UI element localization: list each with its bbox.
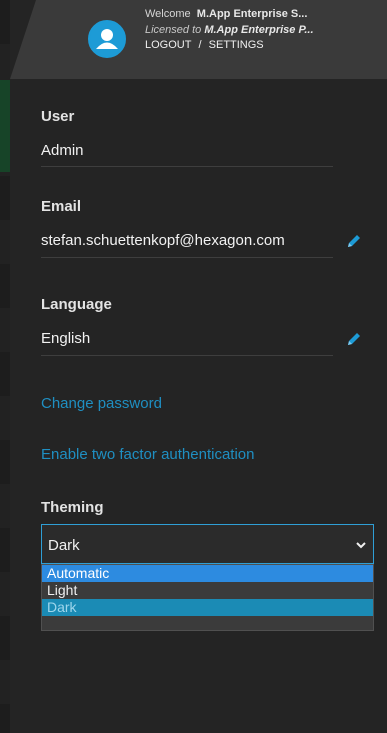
chevron-down-icon — [356, 542, 366, 549]
change-password-link[interactable]: Change password — [41, 395, 162, 412]
logout-link[interactable]: LOGOUT — [145, 39, 191, 51]
theming-label: Theming — [41, 499, 104, 516]
background-accent — [0, 80, 10, 172]
language-label: Language — [41, 296, 112, 313]
language-divider — [41, 355, 333, 356]
user-value: Admin — [41, 142, 84, 159]
auth-links: LOGOUT / SETTINGS — [145, 39, 264, 51]
theming-selected-value: Dark — [48, 537, 80, 554]
theming-option-dark[interactable]: Dark — [42, 599, 373, 616]
email-label: Email — [41, 198, 82, 215]
language-value: English — [41, 330, 91, 347]
user-divider — [41, 166, 333, 167]
licensed-text: Licensed to M.App Enterprise P... — [145, 24, 314, 36]
welcome-text: Welcome M.App Enterprise S... — [145, 8, 307, 20]
email-value: stefan.schuettenkopf@hexagon.com — [41, 232, 285, 249]
licensed-prefix: Licensed to — [145, 24, 202, 36]
theming-options-list: Automatic Light Dark — [41, 564, 374, 631]
auth-separator: / — [198, 39, 202, 51]
licensed-name: M.App Enterprise P... — [204, 24, 314, 36]
edit-email-pencil-icon[interactable] — [345, 232, 363, 250]
welcome-name: M.App Enterprise S... — [196, 8, 308, 20]
user-label: User — [41, 108, 75, 125]
theming-select[interactable]: Dark — [41, 524, 374, 564]
theming-option-light[interactable]: Light — [42, 582, 373, 599]
two-factor-link[interactable]: Enable two factor authentication — [41, 446, 254, 463]
user-icon — [88, 20, 126, 58]
edit-language-pencil-icon[interactable] — [345, 330, 363, 348]
welcome-prefix: Welcome — [145, 8, 191, 20]
email-divider — [41, 257, 333, 258]
theming-option-automatic[interactable]: Automatic — [42, 565, 373, 582]
settings-link[interactable]: SETTINGS — [209, 39, 264, 51]
